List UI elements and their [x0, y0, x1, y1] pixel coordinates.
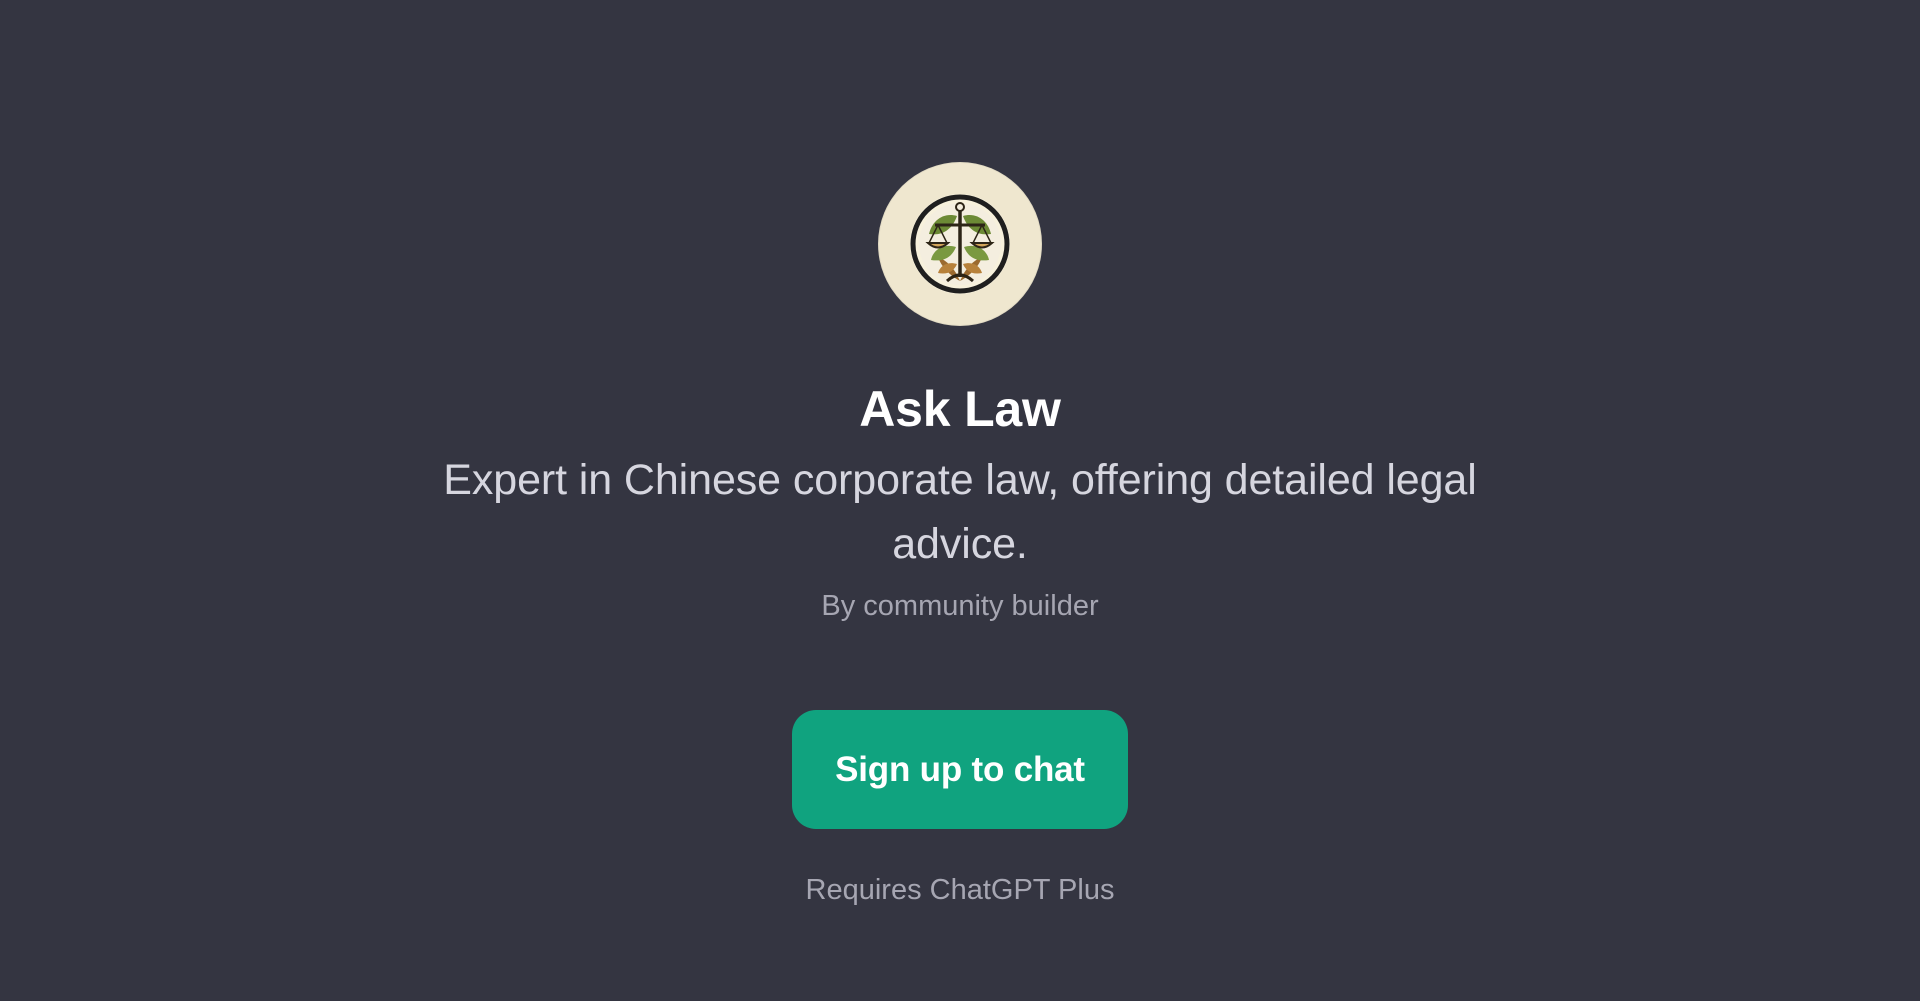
gpt-landing-page: Ask Law Expert in Chinese corporate law,… — [0, 0, 1920, 1001]
plus-requirement-note: Requires ChatGPT Plus — [805, 874, 1115, 906]
gpt-description: Expert in Chinese corporate law, offerin… — [443, 456, 1477, 568]
gpt-intro: Ask Law Expert in Chinese corporate law,… — [0, 0, 1920, 1001]
scales-of-justice-icon — [907, 191, 1013, 297]
gpt-byline: By community builder — [821, 590, 1099, 622]
gpt-avatar — [878, 162, 1042, 326]
sign-up-to-chat-button[interactable]: Sign up to chat — [792, 710, 1128, 829]
gpt-title: Ask Law — [859, 381, 1061, 437]
